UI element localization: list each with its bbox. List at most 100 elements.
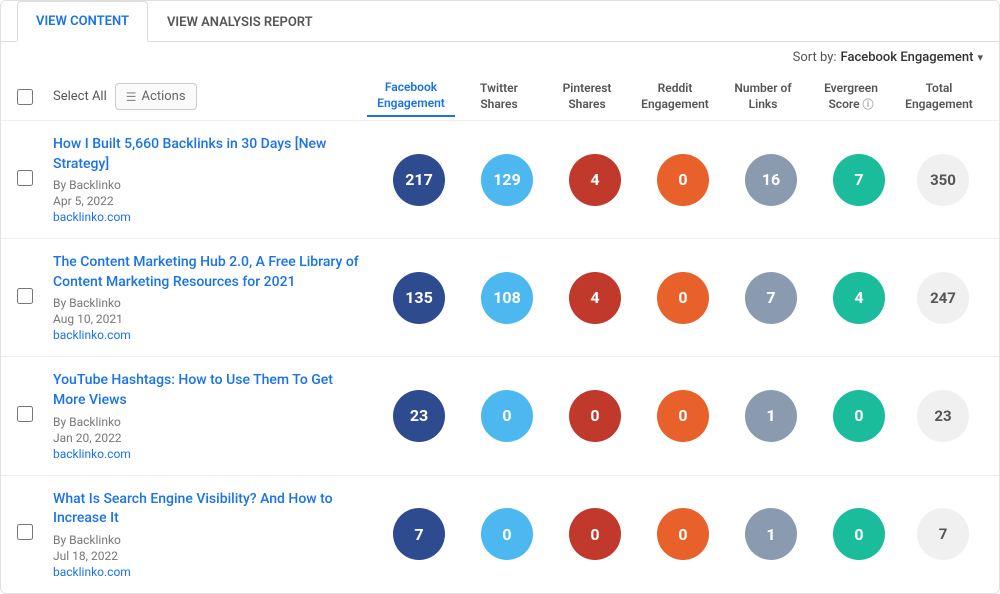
metrics-headers: FacebookEngagementTwitterSharesPinterest… [367,76,983,117]
col-header-ev[interactable]: EvergreenScore ⓘ [807,77,895,116]
metric-total: 23 [903,390,983,442]
row-date: Apr 5, 2022 [53,194,359,208]
metric-ev: 0 [815,508,903,560]
metric-ev: 7 [815,154,903,206]
table-row: What Is Search Engine Visibility? And Ho… [1,476,999,593]
row-checkbox[interactable] [17,406,33,422]
row-checkbox-col [17,288,53,308]
tab-view-content[interactable]: VIEW CONTENT [17,1,148,42]
row-author: By Backlinko [53,178,359,192]
row-author: By Backlinko [53,415,359,429]
row-checkbox-col [17,524,53,544]
row-checkbox-col [17,406,53,426]
row-author: By Backlinko [53,296,359,310]
sort-chevron-icon[interactable]: ▾ [977,51,983,64]
actions-label: Actions [142,89,186,104]
row-date: Jul 18, 2022 [53,549,359,563]
bubble-tw: 0 [481,508,533,560]
bubble-reddit: 0 [657,508,709,560]
table-header: Select All ☰ Actions FacebookEngagementT… [1,73,999,121]
bubble-reddit: 0 [657,390,709,442]
content-rows: How I Built 5,660 Backlinks in 30 Days [… [1,121,999,593]
row-info: The Content Marketing Hub 2.0, A Free Li… [53,253,375,342]
col-header-pin[interactable]: PinterestShares [543,77,631,116]
row-author: By Backlinko [53,533,359,547]
row-metrics: 135 108 4 0 7 4 247 [375,272,983,324]
row-title[interactable]: How I Built 5,660 Backlinks in 30 Days [… [53,135,359,174]
row-checkbox-col [17,170,53,190]
bubble-links: 16 [745,154,797,206]
row-title[interactable]: YouTube Hashtags: How to Use Them To Get… [53,371,359,410]
select-all-check-col [17,89,53,105]
bubble-ev: 0 [833,390,885,442]
row-checkbox[interactable] [17,524,33,540]
row-domain[interactable]: backlinko.com [53,210,359,224]
row-date: Aug 10, 2021 [53,312,359,326]
bubble-reddit: 0 [657,154,709,206]
metric-tw: 108 [463,272,551,324]
top-nav: VIEW CONTENT VIEW ANALYSIS REPORT [1,1,999,42]
sort-value[interactable]: Facebook Engagement [841,50,974,65]
metric-fb: 7 [375,508,463,560]
metric-reddit: 0 [639,508,727,560]
table-row: YouTube Hashtags: How to Use Them To Get… [1,357,999,475]
col-header-links[interactable]: Number ofLinks [719,77,807,116]
row-title[interactable]: The Content Marketing Hub 2.0, A Free Li… [53,253,359,292]
col-header-fb[interactable]: FacebookEngagement [367,76,455,117]
metric-total: 350 [903,154,983,206]
select-all-label[interactable]: Select All [53,89,107,104]
bubble-ev: 0 [833,508,885,560]
row-metrics: 7 0 0 0 1 0 7 [375,508,983,560]
col-header-reddit[interactable]: RedditEngagement [631,77,719,116]
title-col-header: Select All ☰ Actions [53,83,367,110]
col-header-total[interactable]: TotalEngagement [895,77,983,116]
row-metrics: 23 0 0 0 1 0 23 [375,390,983,442]
actions-icon: ☰ [126,90,137,104]
bubble-total: 23 [917,390,969,442]
metric-reddit: 0 [639,272,727,324]
metric-fb: 135 [375,272,463,324]
bubble-tw: 129 [481,154,533,206]
metric-fb: 217 [375,154,463,206]
bubble-pin: 4 [569,272,621,324]
bubble-tw: 0 [481,390,533,442]
actions-button[interactable]: ☰ Actions [115,83,197,110]
bubble-reddit: 0 [657,272,709,324]
sort-row: Sort by: Facebook Engagement ▾ [1,42,999,73]
info-icon: ⓘ [863,98,874,111]
bubble-links: 1 [745,390,797,442]
col-header-tw[interactable]: TwitterShares [455,77,543,116]
bubble-fb: 217 [393,154,445,206]
row-checkbox[interactable] [17,170,33,186]
metric-reddit: 0 [639,390,727,442]
bubble-pin: 0 [569,508,621,560]
metric-links: 16 [727,154,815,206]
bubble-total: 247 [917,272,969,324]
table-row: How I Built 5,660 Backlinks in 30 Days [… [1,121,999,239]
metric-tw: 129 [463,154,551,206]
bubble-links: 7 [745,272,797,324]
bubble-pin: 0 [569,390,621,442]
select-all-checkbox[interactable] [17,89,33,105]
row-title[interactable]: What Is Search Engine Visibility? And Ho… [53,490,359,529]
metric-pin: 4 [551,272,639,324]
bubble-total: 7 [917,508,969,560]
row-domain[interactable]: backlinko.com [53,328,359,342]
row-info: YouTube Hashtags: How to Use Them To Get… [53,371,375,460]
bubble-pin: 4 [569,154,621,206]
metric-pin: 0 [551,508,639,560]
metric-fb: 23 [375,390,463,442]
metric-ev: 4 [815,272,903,324]
metric-links: 7 [727,272,815,324]
row-domain[interactable]: backlinko.com [53,447,359,461]
metric-tw: 0 [463,508,551,560]
bubble-ev: 4 [833,272,885,324]
tab-view-analysis[interactable]: VIEW ANALYSIS REPORT [148,2,332,42]
bubble-total: 350 [917,154,969,206]
row-domain[interactable]: backlinko.com [53,565,359,579]
bubble-ev: 7 [833,154,885,206]
bubble-fb: 135 [393,272,445,324]
sort-label: Sort by: [793,50,837,65]
row-metrics: 217 129 4 0 16 7 350 [375,154,983,206]
row-checkbox[interactable] [17,288,33,304]
